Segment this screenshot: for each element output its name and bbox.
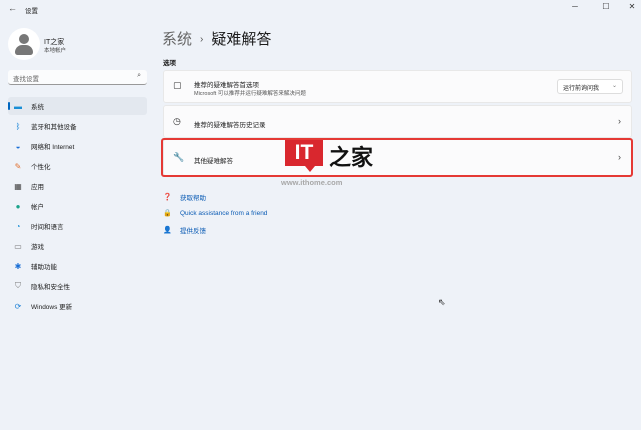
maximize-button[interactable]: ☐ — [596, 2, 616, 11]
sidebar-item-label: 蓝牙和其他设备 — [31, 124, 77, 131]
search-placeholder: 查找设置 — [13, 76, 39, 83]
feedback-link[interactable]: 👤 提供反馈 — [163, 225, 206, 235]
close-button[interactable]: ✕ — [622, 2, 641, 11]
search-input[interactable]: 查找设置 ⌕ — [8, 70, 147, 85]
account-icon: ● — [15, 201, 21, 211]
sidebar-item-3[interactable]: ✎ 个性化 — [8, 157, 147, 175]
link-label: 获取帮助 — [180, 195, 206, 202]
mouse-cursor-icon: ⇖ — [438, 297, 446, 307]
app-title: 设置 — [25, 8, 38, 15]
watermark-logo: IT — [285, 140, 323, 172]
avatar[interactable] — [8, 28, 40, 60]
brush-icon: ✎ — [14, 161, 22, 171]
chevron-down-icon: ⌄ — [611, 83, 617, 89]
quick-assist-link[interactable]: 🔒 Quick assistance from a friend — [163, 209, 268, 218]
gamepad-icon: ▭ — [14, 241, 22, 251]
title-bar: ← 设置 ─ ☐ ✕ — [0, 0, 641, 18]
sidebar-item-label: 游戏 — [31, 244, 44, 251]
sidebar-item-8[interactable]: ✱ 辅助功能 — [8, 257, 147, 275]
card-recommended-preferences: ▢ 推荐的疑难解答首选项 Microsoft 可以推荐并运行疑难解答来解决问题 … — [163, 70, 632, 103]
wifi-icon: ◒ — [15, 141, 21, 151]
section-label: 选项 — [163, 60, 176, 67]
breadcrumb-parent[interactable]: 系统 — [162, 31, 192, 48]
globe-clock-icon: ◔ — [15, 221, 21, 231]
sidebar-item-2[interactable]: ◒ 网络和 Internet — [8, 137, 147, 155]
sidebar-item-label: 隐私和安全性 — [31, 284, 70, 291]
sidebar-item-label: 网络和 Internet — [31, 144, 75, 151]
preference-dropdown[interactable]: 运行前询问我 ⌄ — [557, 79, 623, 94]
card-subtitle: Microsoft 可以推荐并运行疑难解答来解决问题 — [194, 91, 306, 97]
minimize-button[interactable]: ─ — [565, 2, 585, 11]
bluetooth-icon: ᛒ — [15, 121, 21, 131]
feedback-icon: 👤 — [163, 227, 172, 234]
search-icon: ⌕ — [137, 72, 141, 79]
chevron-right-icon: › — [200, 34, 204, 45]
sidebar-item-label: 辅助功能 — [31, 264, 57, 271]
display-icon: ▬ — [14, 101, 22, 111]
dropdown-value: 运行前询问我 — [563, 86, 600, 92]
card-title: 推荐的疑难解答首选项 — [194, 82, 259, 89]
apps-icon: ▦ — [14, 181, 22, 191]
sidebar-item-label: Windows 更新 — [31, 304, 73, 311]
sidebar-item-9[interactable]: ⛉ 隐私和安全性 — [8, 277, 147, 295]
page-title: 疑难解答 — [211, 31, 272, 48]
history-icon: ◷ — [173, 116, 181, 126]
sidebar-item-label: 系统 — [31, 104, 44, 111]
card-title: 推荐的疑难解答历史记录 — [194, 122, 266, 129]
sidebar-item-4[interactable]: ▦ 应用 — [8, 177, 147, 195]
get-help-link[interactable]: ❓ 获取帮助 — [163, 192, 206, 202]
sidebar-item-label: 应用 — [31, 184, 44, 191]
shield-icon: ⛉ — [15, 281, 21, 290]
sidebar-item-6[interactable]: ◔ 时间和语言 — [8, 217, 147, 235]
sidebar-item-0[interactable]: ▬ 系统 — [8, 97, 147, 115]
sidebar-item-7[interactable]: ▭ 游戏 — [8, 237, 147, 255]
watermark-url: www.ithome.com — [281, 178, 343, 187]
sidebar-item-5[interactable]: ● 帐户 — [8, 197, 147, 215]
sidebar-item-label: 帐户 — [31, 204, 44, 211]
sidebar-item-label: 个性化 — [31, 164, 51, 171]
sidebar-item-1[interactable]: ᛒ 蓝牙和其他设备 — [8, 117, 147, 135]
breadcrumb: 系统 › 疑难解答 — [162, 28, 271, 49]
link-label: 提供反馈 — [180, 228, 206, 235]
chevron-right-icon: › — [618, 116, 621, 126]
link-label: Quick assistance from a friend — [180, 209, 268, 217]
accessibility-icon: ✱ — [14, 261, 22, 271]
quick-assist-icon: 🔒 — [163, 210, 172, 217]
chat-icon: ▢ — [173, 80, 182, 90]
sidebar-item-10[interactable]: ⟳ Windows 更新 — [8, 297, 147, 315]
card-recommended-history[interactable]: ◷ 推荐的疑难解答历史记录 › — [163, 105, 632, 138]
help-icon: ❓ — [163, 194, 172, 201]
watermark-brand: 之家 — [329, 145, 374, 171]
account-type: 本地帐户 — [44, 48, 67, 54]
update-icon: ⟳ — [14, 301, 22, 311]
back-button[interactable]: ← — [8, 3, 17, 13]
highlight-box — [161, 138, 633, 177]
sidebar-item-label: 时间和语言 — [31, 224, 64, 231]
